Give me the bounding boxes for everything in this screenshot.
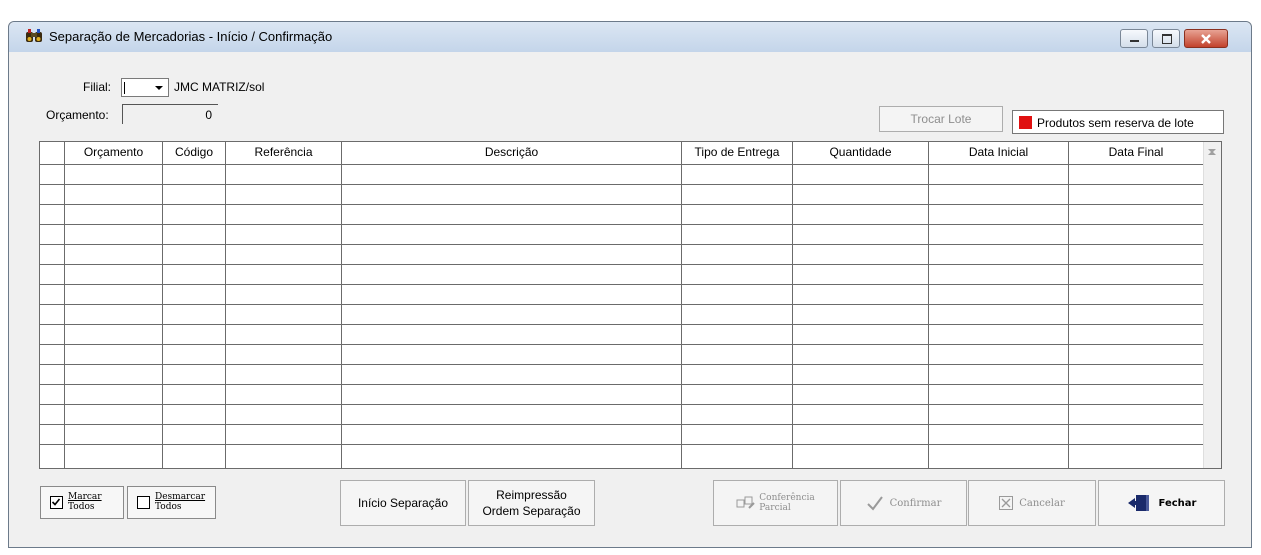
legend-box: Produtos sem reserva de lote <box>1012 110 1224 134</box>
marcar-todos-button[interactable]: Marcar Todos <box>40 486 124 519</box>
cancel-x-icon <box>999 496 1014 510</box>
desmarcar-todos-label: Desmarcar Todos <box>155 492 206 512</box>
cancelar-button[interactable]: Cancelar <box>968 480 1096 526</box>
column-header-tipo-entrega[interactable]: Tipo de Entrega <box>682 145 792 161</box>
checkbox-empty-icon <box>137 496 150 509</box>
scroll-down-icon[interactable] <box>1203 142 1221 160</box>
inicio-separacao-button[interactable]: Início Separação <box>340 480 466 526</box>
cancelar-label: Cancelar <box>1019 497 1065 509</box>
legend-swatch <box>1019 116 1032 129</box>
close-button[interactable] <box>1184 29 1228 48</box>
filial-label: Filial: <box>83 80 112 94</box>
conferencia-icon <box>736 496 755 509</box>
exit-door-icon <box>1127 495 1149 511</box>
desmarcar-todos-button[interactable]: Desmarcar Todos <box>127 486 216 519</box>
window-title: Separação de Mercadorias - Início / Conf… <box>49 29 333 44</box>
confirmar-button[interactable]: Confirmar <box>840 480 967 526</box>
conferencia-parcial-label: Conferência Parcial <box>759 493 815 513</box>
minimize-button[interactable] <box>1120 29 1148 48</box>
column-header-orcamento[interactable]: Orçamento <box>65 145 162 161</box>
marcar-todos-label: Marcar Todos <box>68 492 102 512</box>
column-header-data-final[interactable]: Data Final <box>1069 145 1203 161</box>
maximize-button[interactable] <box>1152 29 1180 48</box>
grid-lines <box>40 142 1204 468</box>
checkbox-checked-icon <box>50 496 63 509</box>
trocar-lote-button[interactable]: Trocar Lote <box>879 106 1003 132</box>
column-header-data-inicial[interactable]: Data Inicial <box>929 145 1068 161</box>
check-icon <box>866 496 883 511</box>
filial-name: JMC MATRIZ/sol <box>174 80 265 94</box>
orcamento-input[interactable]: 0 <box>122 104 218 124</box>
maximize-icon <box>1162 34 1172 44</box>
minimize-icon <box>1130 40 1139 42</box>
confirmar-label: Confirmar <box>889 497 942 509</box>
fechar-button[interactable]: Fechar <box>1098 480 1225 526</box>
title-bar[interactable]: Separação de Mercadorias - Início / Conf… <box>9 22 1251 52</box>
orcamento-label: Orçamento: <box>46 108 109 122</box>
data-grid[interactable]: Orçamento Código Referência Descrição Ti… <box>39 141 1222 469</box>
column-header-quantidade[interactable]: Quantidade <box>793 145 928 161</box>
reimpressao-label: Reimpressão <box>496 488 567 502</box>
filial-select[interactable] <box>121 78 169 97</box>
legend-text: Produtos sem reserva de lote <box>1037 116 1194 130</box>
column-header-descricao[interactable]: Descrição <box>342 145 681 161</box>
vertical-scrollbar[interactable] <box>1203 142 1221 468</box>
reimpressao-ordem-separacao-button[interactable]: Reimpressão Ordem Separação <box>468 480 595 526</box>
binoculars-app-icon <box>26 29 42 42</box>
chevron-down-icon[interactable] <box>151 80 167 95</box>
column-header-codigo[interactable]: Código <box>163 145 225 161</box>
text-caret <box>124 82 125 94</box>
fechar-label: Fechar <box>1158 497 1197 509</box>
close-icon <box>1201 34 1211 44</box>
column-header-referencia[interactable]: Referência <box>226 145 341 161</box>
ordem-separacao-label: Ordem Separação <box>482 504 581 518</box>
conferencia-parcial-button[interactable]: Conferência Parcial <box>713 480 838 526</box>
